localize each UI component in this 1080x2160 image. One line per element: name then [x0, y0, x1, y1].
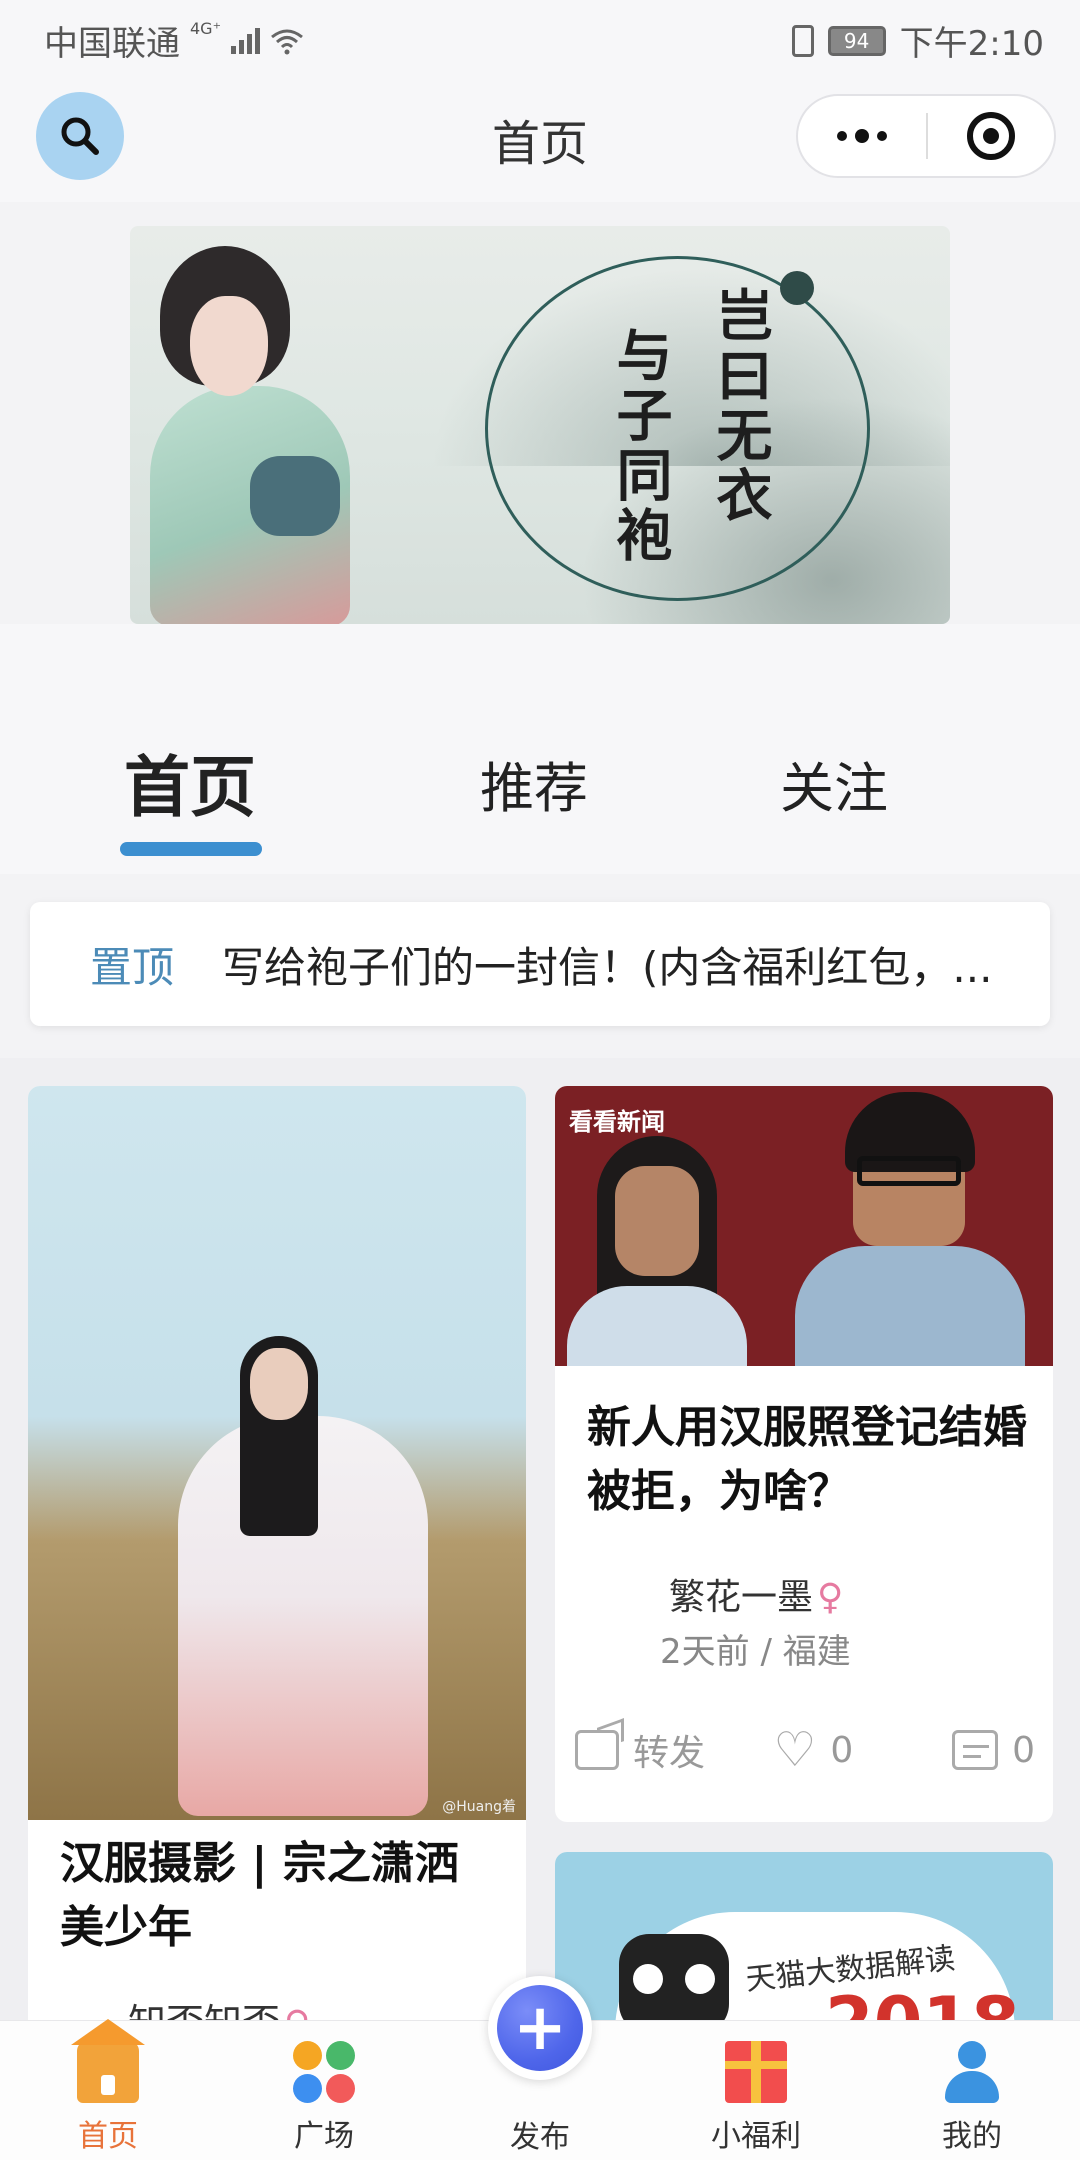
more-dot-right [877, 131, 887, 141]
post-actions: 转发 ♡ 0 0 [575, 1720, 1035, 1780]
wifi-icon [271, 29, 303, 54]
post-title: 汉服摄影 | 宗之潇洒美少年 [60, 1838, 459, 1953]
battery-indicator: 94 [827, 25, 886, 56]
illustration-sleeve [250, 456, 340, 536]
carrier-label: 中国联通 [44, 24, 180, 64]
post-card[interactable]: 看看新闻 新人用汉服照登记结婚被拒，为啥？ 繁花一墨 ♀ 2天前 / 福建 转发 … [555, 1086, 1053, 1822]
photo-figure-head [250, 1348, 308, 1420]
tabbar-home[interactable]: 首页 [28, 2019, 188, 2155]
active-tab-indicator [120, 842, 262, 856]
female-icon: ♀ [817, 1577, 844, 1618]
tmall-cat-icon [619, 1934, 729, 2034]
author-name: 繁花一墨 [669, 1577, 814, 1618]
more-dots-icon [837, 131, 847, 141]
hero-banner[interactable]: 岂曰无衣 与子同袍 [130, 226, 950, 624]
tabbar-square[interactable]: 广场 [244, 2041, 404, 2155]
photo-person-groom [795, 1086, 1025, 1366]
publish-label: 发布 [510, 2120, 570, 2155]
banner-verse-1: 岂曰无衣 [707, 286, 773, 526]
share-icon [575, 1730, 619, 1770]
feed-tabs: 首页 推荐 关注 [0, 624, 1080, 874]
pinned-tag: 置顶 [90, 942, 175, 992]
like-count: 0 [830, 1729, 854, 1771]
tabbar-label: 小福利 [711, 2119, 801, 2154]
like-button[interactable]: ♡ 0 [773, 1726, 922, 1774]
comment-count: 0 [1012, 1729, 1035, 1771]
banner-verse-2: 与子同袍 [607, 326, 673, 566]
plus-icon: + [497, 1985, 583, 2071]
pinned-post[interactable]: 置顶 写给袍子们的一封信！(内含福利红包，... [30, 902, 1050, 1026]
tab-home[interactable]: 首页 [124, 734, 256, 830]
publish-button[interactable]: + [488, 1976, 592, 2080]
photo-watermark: @Huang着 [442, 1799, 516, 1815]
post-author: 繁花一墨 ♀ [669, 1568, 843, 1620]
user-icon [941, 2041, 1003, 2103]
more-dot-center [855, 129, 869, 143]
close-miniprogram-button[interactable] [928, 112, 1054, 160]
post-photo: 看看新闻 [555, 1086, 1053, 1366]
comment-button[interactable]: 0 [952, 1730, 1035, 1771]
signal-icon [231, 27, 261, 54]
tabbar-mine[interactable]: 我的 [892, 2041, 1052, 2155]
miniprogram-capsule [796, 94, 1056, 178]
photo-person-bride [567, 1136, 747, 1366]
tabbar-perks[interactable]: 小福利 [676, 2041, 836, 2155]
decorative-dot [780, 271, 814, 305]
comment-icon [952, 1730, 999, 1770]
tabbar-label: 广场 [294, 2119, 354, 2154]
tab-recommend[interactable]: 推荐 [480, 744, 588, 823]
post-title: 新人用汉服照登记结婚被拒，为啥？ [587, 1402, 1027, 1517]
gift-icon [725, 2041, 787, 2103]
vibrate-icon [791, 24, 814, 57]
news-source-logo: 看看新闻 [569, 1108, 665, 1136]
illustration-face [190, 296, 268, 396]
share-button[interactable]: 转发 [575, 1724, 763, 1776]
clock: 下午2:10 [899, 24, 1044, 64]
post-photo: @Huang着 [28, 1086, 526, 1820]
status-bar: 中国联通 4G⁺ 94 下午2:10 [0, 0, 1080, 72]
more-button[interactable] [798, 96, 926, 176]
tabbar-label: 我的 [942, 2119, 1002, 2154]
tab-following[interactable]: 关注 [780, 744, 888, 823]
network-type: 4G⁺ [190, 19, 222, 38]
square-icon [293, 2041, 355, 2103]
pinned-text: 写给袍子们的一封信！(内含福利红包，... [222, 942, 993, 992]
share-label: 转发 [633, 1733, 706, 1774]
app-header: 首页 [0, 72, 1080, 202]
post-meta: 2天前 / 福建 [660, 1632, 851, 1672]
heart-icon: ♡ [773, 1722, 817, 1778]
target-close-icon [967, 112, 1015, 160]
home-icon [71, 2019, 145, 2103]
post-card[interactable]: @Huang着 汉服摄影 | 宗之潇洒美少年 知否知否♀ [28, 1086, 526, 2086]
tabbar-label: 首页 [78, 2119, 138, 2154]
